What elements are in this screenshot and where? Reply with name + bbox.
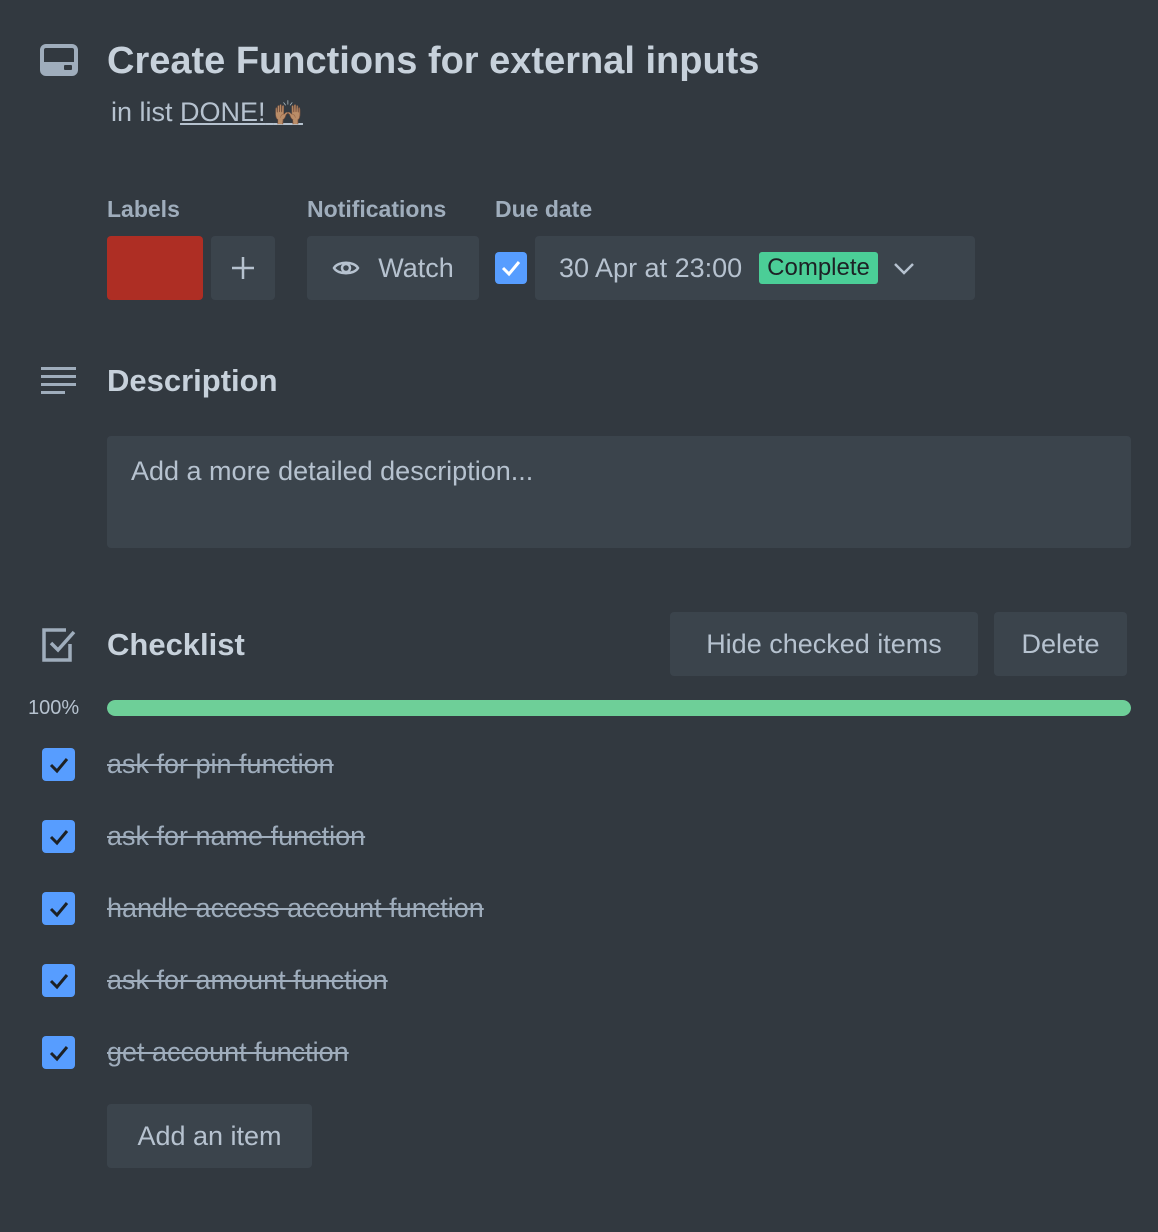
labels-heading: Labels <box>107 196 180 222</box>
description-heading: Description <box>107 363 278 398</box>
due-date-value: 30 Apr at 23:00 <box>559 252 743 283</box>
watch-button[interactable]: Watch <box>307 236 479 300</box>
checkmark-icon <box>49 829 68 845</box>
complete-badge: Complete <box>759 252 878 284</box>
item-text[interactable]: handle access account function <box>107 890 484 926</box>
card-title[interactable]: Create Functions for external inputs <box>107 38 759 84</box>
item-checkbox[interactable] <box>42 1036 75 1069</box>
card-list-info: in list DONE! 🙌🏽 <box>111 95 303 131</box>
item-checkbox[interactable] <box>42 820 75 853</box>
label-red[interactable] <box>107 236 203 300</box>
checkmark-icon <box>49 1045 68 1061</box>
checklist-heading: Checklist <box>107 627 245 662</box>
checklist-item[interactable]: ask for amount function <box>42 962 1042 1034</box>
item-checkbox[interactable] <box>42 892 75 925</box>
due-date-heading: Due date <box>495 196 593 222</box>
due-date-button[interactable]: 30 Apr at 23:00 Complete <box>535 236 975 300</box>
checklist-item[interactable]: handle access account function <box>42 890 1042 962</box>
checkmark-icon <box>49 901 68 917</box>
list-prefix: in list <box>111 97 173 127</box>
checklist-item[interactable]: get account function <box>42 1034 1042 1106</box>
description-icon <box>41 367 76 394</box>
delete-checklist-button[interactable]: Delete <box>994 612 1127 676</box>
item-checkbox[interactable] <box>42 964 75 997</box>
item-text[interactable]: ask for pin function <box>107 746 334 782</box>
watch-label: Watch <box>378 252 454 283</box>
checkmark-icon <box>501 261 521 277</box>
card-icon <box>40 44 78 76</box>
checklist-icon <box>42 628 76 662</box>
add-item-button[interactable]: Add an item <box>107 1104 312 1168</box>
due-date-complete-checkbox[interactable] <box>495 252 527 284</box>
checkmark-icon <box>49 757 68 773</box>
chevron-down-icon <box>893 263 914 275</box>
checklist-progress-bar <box>107 700 1131 716</box>
checklist-progress-fill <box>107 700 1131 716</box>
add-label-button[interactable] <box>211 236 275 300</box>
notifications-heading: Notifications <box>307 196 447 222</box>
card-detail-window: Create Functions for external inputs in … <box>0 0 1158 1232</box>
item-text[interactable]: ask for name function <box>107 818 365 854</box>
checklist-progress-percent: 100% <box>28 697 80 719</box>
raised-hands-icon: 🙌🏽 <box>273 100 303 127</box>
item-text[interactable]: get account function <box>107 1034 349 1070</box>
list-link[interactable]: DONE! 🙌🏽 <box>180 97 303 127</box>
hide-checked-items-button[interactable]: Hide checked items <box>670 612 978 676</box>
checklist-item[interactable]: ask for name function <box>42 818 1042 890</box>
plus-icon <box>232 257 254 279</box>
checklist-items: ask for pin function ask for name functi… <box>42 746 1042 1106</box>
checkmark-icon <box>49 973 68 989</box>
eye-icon <box>332 261 360 275</box>
checklist-item[interactable]: ask for pin function <box>42 746 1042 818</box>
description-input[interactable]: Add a more detailed description... <box>107 436 1131 548</box>
item-checkbox[interactable] <box>42 748 75 781</box>
item-text[interactable]: ask for amount function <box>107 962 388 998</box>
